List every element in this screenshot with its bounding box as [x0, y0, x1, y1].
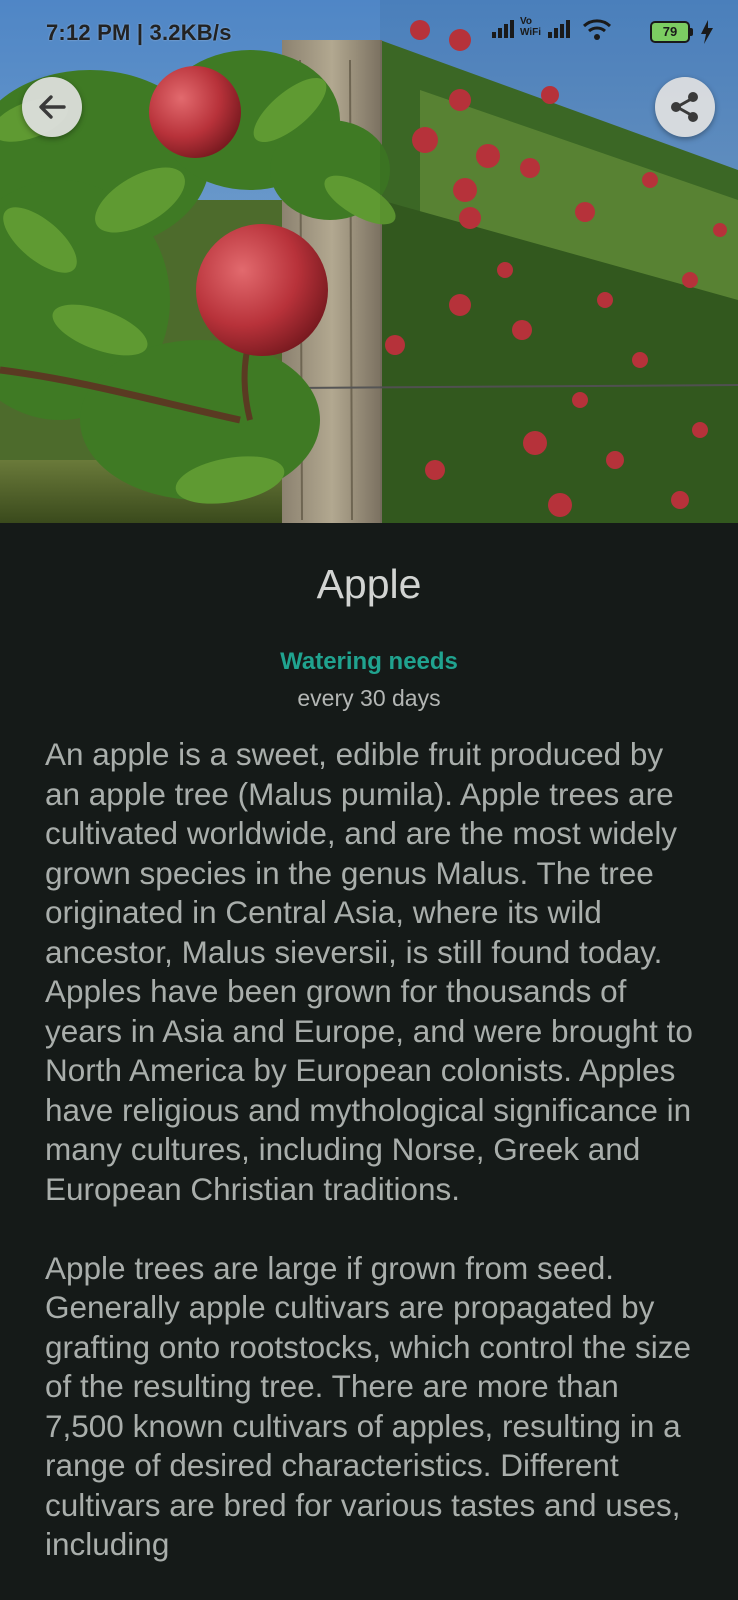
signal-icon [548, 20, 570, 38]
share-icon [671, 92, 698, 122]
charging-icon [701, 20, 713, 44]
arrow-left-icon [39, 95, 66, 119]
signal-icon [492, 20, 514, 38]
wifi-icon [582, 19, 612, 40]
plant-description: An apple is a sweet, edible fruit produc… [45, 736, 693, 1562]
watering-needs-value: every 30 days [297, 685, 441, 711]
back-button[interactable] [22, 77, 82, 137]
battery-icon: 79 [650, 21, 693, 43]
vowifi-label: Vo WiFi [520, 16, 542, 38]
plant-hero-image [0, 0, 738, 523]
share-button[interactable] [655, 77, 715, 137]
status-time-speed: 7:12 PM | 3.2KB/s [46, 20, 232, 45]
watering-needs-label: Watering needs [280, 648, 458, 675]
plant-name: Apple [316, 561, 422, 607]
status-bar: 7:12 PM | 3.2KB/s Vo WiFi 79 [0, 0, 738, 64]
